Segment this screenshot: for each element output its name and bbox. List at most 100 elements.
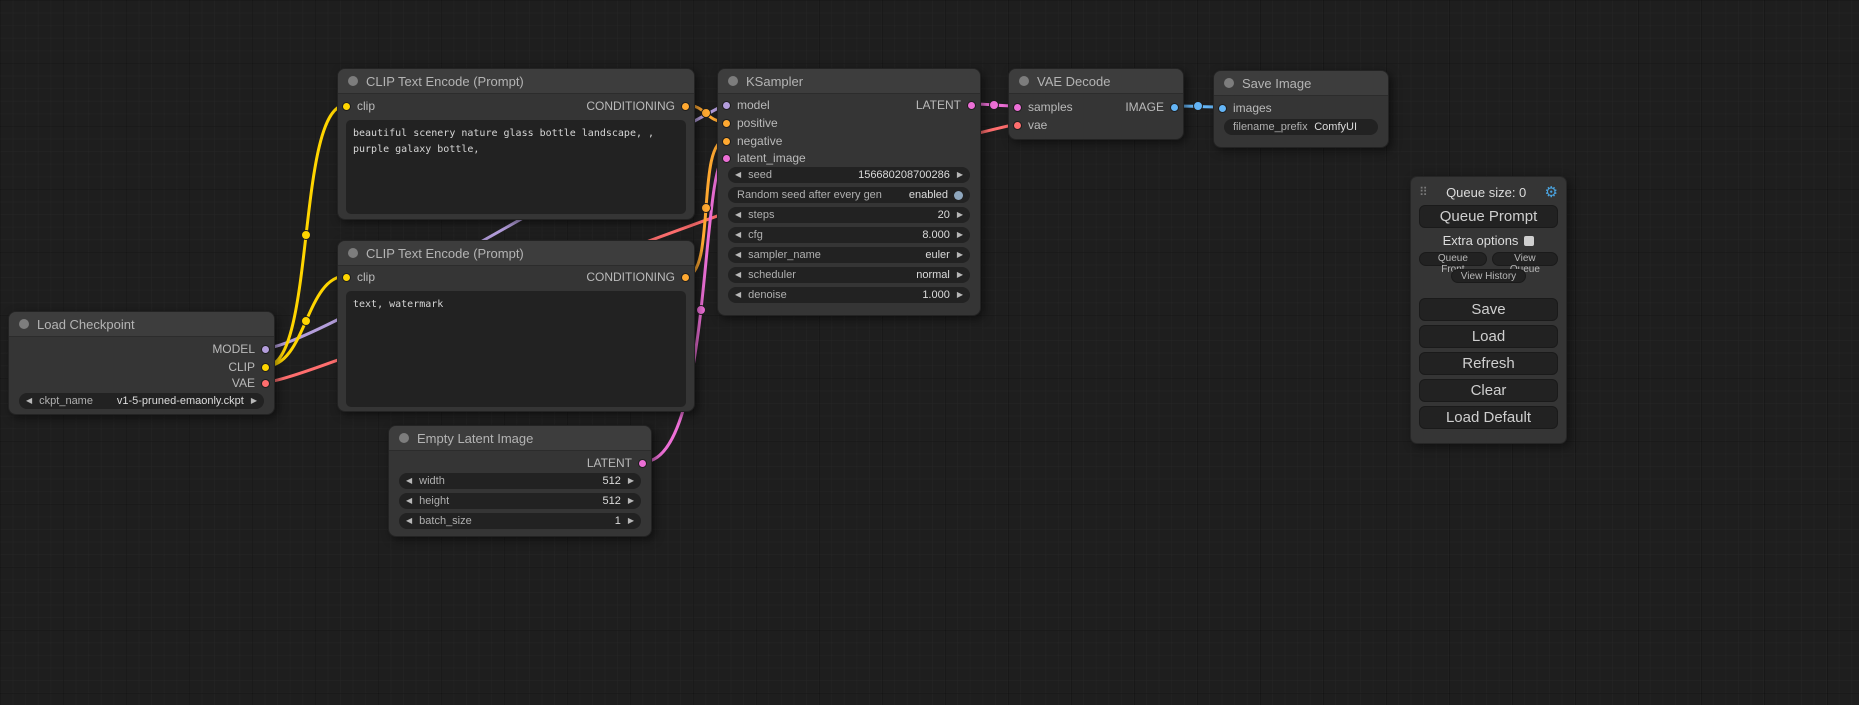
- samples-input-dot[interactable]: [1013, 103, 1022, 112]
- node-vae-decode[interactable]: VAE Decode samples vae IMAGE: [1008, 68, 1184, 140]
- latent-image-input-dot[interactable]: [722, 154, 731, 163]
- output-slot-latent: LATENT: [587, 455, 647, 471]
- widget-name: sampler_name: [748, 249, 821, 261]
- decrement-arrow-icon[interactable]: ◀: [735, 251, 741, 259]
- increment-arrow-icon[interactable]: ▶: [628, 497, 634, 505]
- increment-arrow-icon[interactable]: ▶: [957, 251, 963, 259]
- clip-input-dot[interactable]: [342, 273, 351, 282]
- node-title-bar[interactable]: VAE Decode: [1009, 69, 1183, 94]
- widget-value: 512: [602, 475, 620, 487]
- widget-value: 156680208700286: [858, 169, 950, 181]
- collapse-dot-icon[interactable]: [348, 76, 358, 86]
- vae-input-dot[interactable]: [1013, 121, 1022, 130]
- widget-value: enabled: [909, 189, 948, 201]
- increment-arrow-icon[interactable]: ▶: [957, 211, 963, 219]
- queue-front-button[interactable]: Queue Front: [1419, 252, 1487, 266]
- decrement-arrow-icon[interactable]: ◀: [735, 231, 741, 239]
- increment-arrow-icon[interactable]: ▶: [628, 477, 634, 485]
- node-title-bar[interactable]: Empty Latent Image: [389, 426, 651, 451]
- decrement-arrow-icon[interactable]: ◀: [735, 271, 741, 279]
- node-graph-canvas[interactable]: Load Checkpoint MODEL CLIP VAE ◀ ckpt_na…: [0, 0, 1859, 705]
- collapse-dot-icon[interactable]: [1019, 76, 1029, 86]
- collapse-dot-icon[interactable]: [348, 248, 358, 258]
- model-output-dot[interactable]: [261, 345, 270, 354]
- node-load-checkpoint[interactable]: Load Checkpoint MODEL CLIP VAE ◀ ckpt_na…: [8, 311, 275, 415]
- model-input-dot[interactable]: [722, 101, 731, 110]
- conditioning-output-dot[interactable]: [681, 102, 690, 111]
- cfg-widget[interactable]: ◀ cfg 8.000 ▶: [728, 227, 970, 243]
- filename-prefix-widget[interactable]: filename_prefix ComfyUI: [1224, 119, 1378, 135]
- collapse-dot-icon[interactable]: [399, 433, 409, 443]
- increment-arrow-icon[interactable]: ▶: [957, 271, 963, 279]
- vae-output-dot[interactable]: [261, 379, 270, 388]
- decrement-arrow-icon[interactable]: ◀: [735, 291, 741, 299]
- latent-output-dot[interactable]: [967, 101, 976, 110]
- input-slot-samples: samples: [1013, 99, 1073, 115]
- control-after-generate-widget[interactable]: Random seed after every gen enabled: [728, 187, 970, 203]
- images-input-dot[interactable]: [1218, 104, 1227, 113]
- node-clip-text-encode-negative[interactable]: CLIP Text Encode (Prompt) clip CONDITION…: [337, 240, 695, 412]
- save-button[interactable]: Save: [1419, 298, 1558, 321]
- node-clip-text-encode-positive[interactable]: CLIP Text Encode (Prompt) clip CONDITION…: [337, 68, 695, 220]
- collapse-dot-icon[interactable]: [1224, 78, 1234, 88]
- denoise-widget[interactable]: ◀ denoise 1.000 ▶: [728, 287, 970, 303]
- slot-label: vae: [1028, 118, 1047, 132]
- collapse-dot-icon[interactable]: [728, 76, 738, 86]
- node-title-bar[interactable]: KSampler: [718, 69, 980, 94]
- decrement-arrow-icon[interactable]: ◀: [406, 517, 412, 525]
- increment-arrow-icon[interactable]: ▶: [957, 171, 963, 179]
- queue-prompt-button[interactable]: Queue Prompt: [1419, 205, 1558, 228]
- node-ksampler[interactable]: KSampler model positive negative latent_…: [717, 68, 981, 316]
- width-widget[interactable]: ◀ width 512 ▶: [399, 473, 641, 489]
- settings-gear-icon[interactable]: ⚙: [1545, 183, 1558, 201]
- seed-toggle-dot[interactable]: [954, 191, 963, 200]
- clip-output-dot[interactable]: [261, 363, 270, 372]
- increment-arrow-icon[interactable]: ▶: [957, 291, 963, 299]
- refresh-button[interactable]: Refresh: [1419, 352, 1558, 375]
- node-empty-latent-image[interactable]: Empty Latent Image LATENT ◀ width 512 ▶ …: [388, 425, 652, 537]
- decrement-arrow-icon[interactable]: ◀: [406, 497, 412, 505]
- positive-input-dot[interactable]: [722, 119, 731, 128]
- widget-name: filename_prefix: [1233, 121, 1308, 133]
- decrement-arrow-icon[interactable]: ◀: [406, 477, 412, 485]
- node-title-bar[interactable]: Save Image: [1214, 71, 1388, 96]
- node-save-image[interactable]: Save Image images filename_prefix ComfyU…: [1213, 70, 1389, 148]
- conditioning-output-dot[interactable]: [681, 273, 690, 282]
- collapse-dot-icon[interactable]: [19, 319, 29, 329]
- node-title-bar[interactable]: Load Checkpoint: [9, 312, 274, 337]
- latent-output-dot[interactable]: [638, 459, 647, 468]
- ckpt-name-widget[interactable]: ◀ ckpt_name v1-5-pruned-emaonly.ckpt ▶: [19, 393, 264, 409]
- load-button[interactable]: Load: [1419, 325, 1558, 348]
- extra-options-checkbox[interactable]: [1524, 236, 1534, 246]
- negative-prompt-textarea[interactable]: text, watermark: [346, 291, 686, 407]
- output-slot-clip: CLIP: [228, 359, 270, 375]
- decrement-arrow-icon[interactable]: ◀: [735, 211, 741, 219]
- slot-label: CONDITIONING: [586, 270, 675, 284]
- node-title-bar[interactable]: CLIP Text Encode (Prompt): [338, 69, 694, 94]
- slot-label: CONDITIONING: [586, 99, 675, 113]
- height-widget[interactable]: ◀ height 512 ▶: [399, 493, 641, 509]
- load-default-button[interactable]: Load Default: [1419, 406, 1558, 429]
- increment-arrow-icon[interactable]: ▶: [251, 397, 257, 405]
- sampler-name-widget[interactable]: ◀ sampler_name euler ▶: [728, 247, 970, 263]
- node-title-bar[interactable]: CLIP Text Encode (Prompt): [338, 241, 694, 266]
- batch-size-widget[interactable]: ◀ batch_size 1 ▶: [399, 513, 641, 529]
- clip-input-dot[interactable]: [342, 102, 351, 111]
- widget-value: 8.000: [922, 229, 950, 241]
- decrement-arrow-icon[interactable]: ◀: [735, 171, 741, 179]
- view-history-button[interactable]: View History: [1451, 269, 1526, 283]
- drag-handle-icon[interactable]: ⠿: [1419, 185, 1428, 199]
- view-queue-button[interactable]: View Queue: [1492, 252, 1558, 266]
- increment-arrow-icon[interactable]: ▶: [628, 517, 634, 525]
- seed-widget[interactable]: ◀ seed 156680208700286 ▶: [728, 167, 970, 183]
- positive-prompt-textarea[interactable]: beautiful scenery nature glass bottle la…: [346, 120, 686, 214]
- steps-widget[interactable]: ◀ steps 20 ▶: [728, 207, 970, 223]
- decrement-arrow-icon[interactable]: ◀: [26, 397, 32, 405]
- scheduler-widget[interactable]: ◀ scheduler normal ▶: [728, 267, 970, 283]
- negative-input-dot[interactable]: [722, 137, 731, 146]
- input-slot-latent-image: latent_image: [722, 150, 806, 166]
- slot-label: CLIP: [228, 360, 255, 374]
- clear-button[interactable]: Clear: [1419, 379, 1558, 402]
- image-output-dot[interactable]: [1170, 103, 1179, 112]
- increment-arrow-icon[interactable]: ▶: [957, 231, 963, 239]
